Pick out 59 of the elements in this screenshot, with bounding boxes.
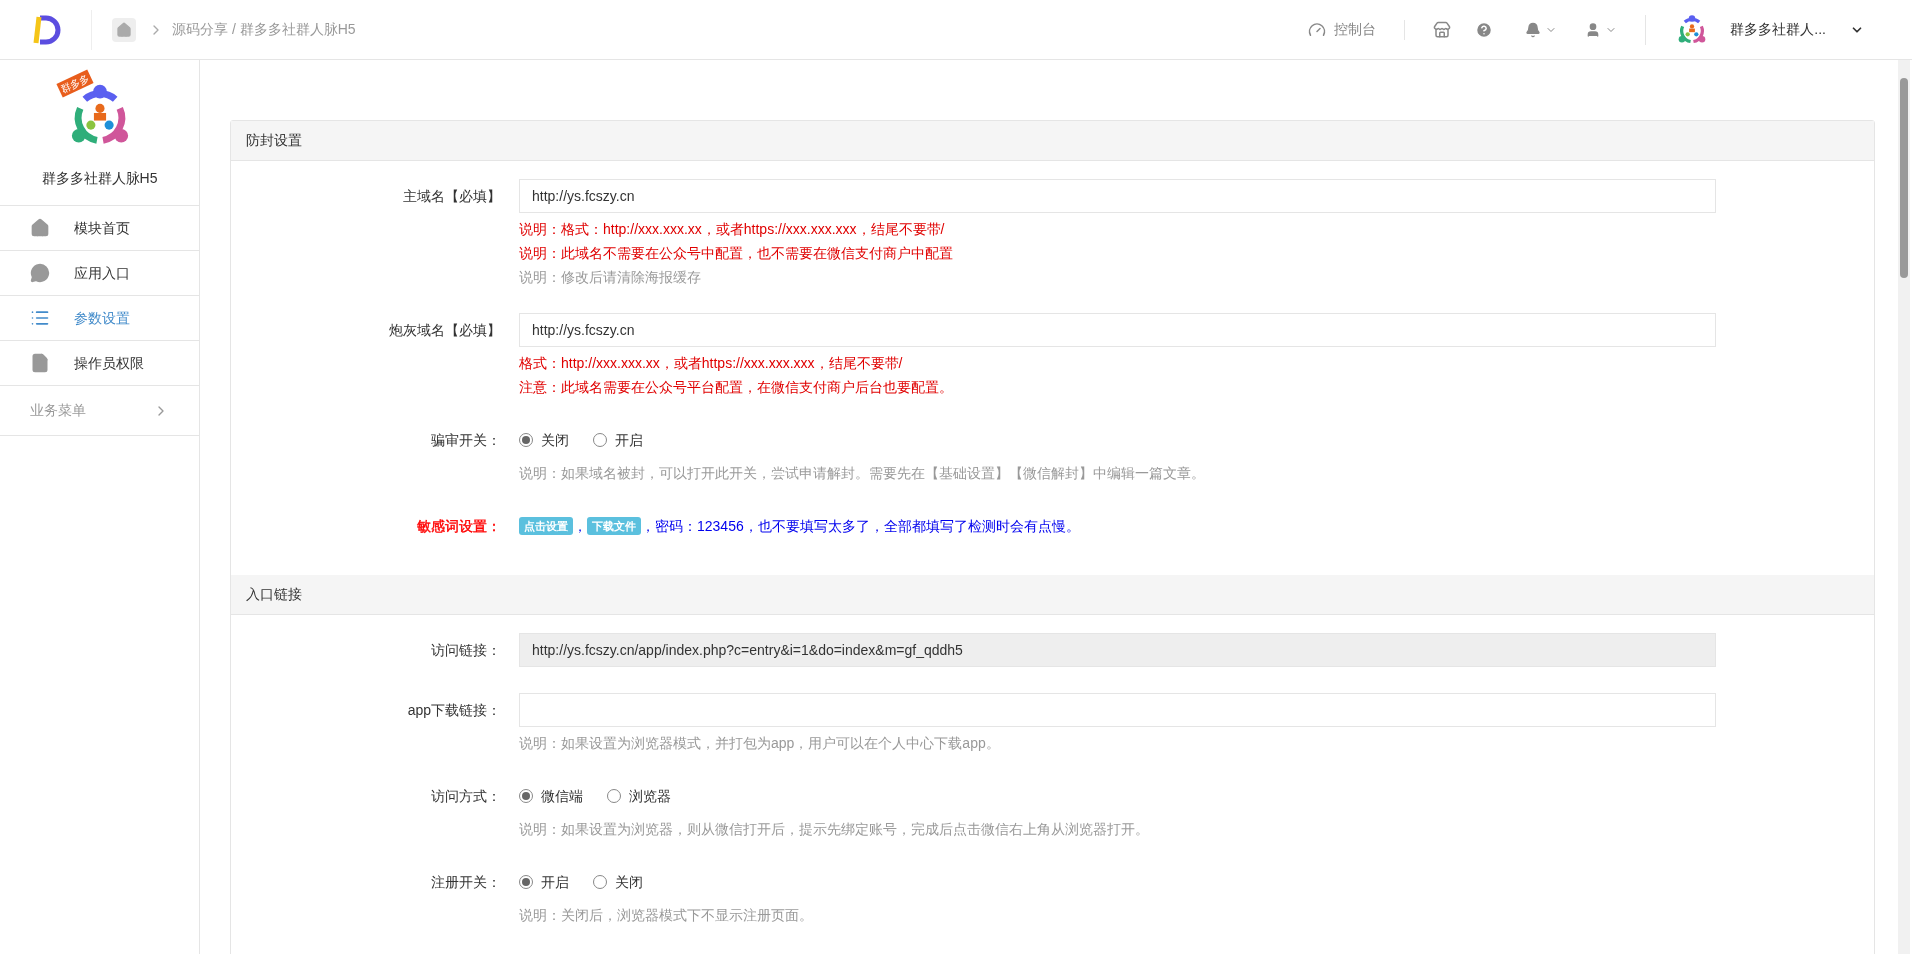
sidebar-item[interactable]: 参数设置 bbox=[0, 296, 199, 341]
radio-option[interactable]: 关闭 bbox=[593, 871, 643, 893]
separator-text: ， bbox=[573, 516, 587, 536]
help-text: 说明：格式：http://xxx.xxx.xx，或者https://xxx.xxx.xxx，结尾不要带/ bbox=[519, 220, 946, 239]
sidebar-item[interactable]: 操作员权限 bbox=[0, 341, 199, 386]
help-button[interactable] bbox=[1475, 20, 1494, 39]
field-label: 访问链接： bbox=[431, 641, 501, 660]
notification-button[interactable] bbox=[1525, 21, 1558, 38]
bell-icon bbox=[1525, 21, 1542, 38]
input-field[interactable]: http://ys.fcszy.cn bbox=[519, 179, 1716, 213]
help-text: 注意：此域名需要在公众号平台配置，在微信支付商户后台也要配置。 bbox=[519, 378, 954, 397]
radio-option[interactable]: 关闭 bbox=[519, 429, 569, 451]
radio-option[interactable]: 开启 bbox=[519, 871, 569, 893]
store-button[interactable] bbox=[1433, 20, 1452, 39]
home-icon bbox=[116, 21, 132, 38]
radio-button[interactable] bbox=[519, 875, 533, 889]
document-icon bbox=[30, 353, 50, 373]
field-label: 炮灰域名【必填】 bbox=[389, 321, 501, 340]
help-text: 说明：如果设置为浏览器模式，并打包为app，用户可以在个人中心下载app。 bbox=[519, 734, 1001, 753]
password-note: ，密码：123456，也不要填写太多了，全部都填写了检测时会有点慢。 bbox=[641, 516, 1080, 536]
radio-button[interactable] bbox=[593, 433, 607, 447]
radio-option[interactable]: 浏览器 bbox=[607, 785, 671, 807]
gauge-icon bbox=[1308, 20, 1327, 39]
radio-button[interactable] bbox=[593, 875, 607, 889]
radio-button[interactable] bbox=[607, 789, 621, 803]
readonly-field[interactable]: http://ys.fcszy.cn/app/index.php?c=entry&i=1&do=index&m=gf_qddh5 bbox=[519, 633, 1716, 667]
store-icon bbox=[1433, 20, 1452, 39]
radio-button[interactable] bbox=[519, 789, 533, 803]
help-text: 说明：此域名不需要在公众号中配置，也不需要在微信支付商户中配置 bbox=[519, 244, 954, 263]
field-label: 骗审开关： bbox=[431, 431, 501, 450]
console-link[interactable]: 控制台 bbox=[1308, 19, 1377, 40]
help-text: 说明：修改后请清除海报缓存 bbox=[519, 268, 702, 287]
input-field[interactable]: http://ys.fcszy.cn bbox=[519, 313, 1716, 347]
chat-bubble-icon bbox=[30, 263, 50, 283]
app-name: 群多多社群人脉H5 bbox=[41, 169, 158, 188]
sidebar-item[interactable]: 应用入口 bbox=[0, 251, 199, 296]
user-button[interactable] bbox=[1585, 21, 1618, 38]
help-text: 说明：关闭后，浏览器模式下不显示注册页面。 bbox=[519, 906, 814, 925]
help-icon bbox=[1475, 20, 1494, 39]
breadcrumb-text: 源码分享 / 群多多社群人脉H5 bbox=[172, 20, 356, 39]
radio-button[interactable] bbox=[519, 433, 533, 447]
help-text: 说明：如果设置为浏览器，则从微信打开后，提示先绑定账号，完成后点击微信右上角从浏览器打开。 bbox=[519, 820, 1150, 839]
field-label: app下载链接： bbox=[407, 701, 501, 720]
account-menu[interactable]: 群多多社群人... bbox=[1730, 19, 1864, 40]
help-text: 说明：如果域名被封，可以打开此开关，尝试申请解封。需要先在【基础设置】【微信解封】中编辑一篇文章。 bbox=[519, 464, 1206, 483]
radio-option[interactable]: 微信端 bbox=[519, 785, 583, 807]
field-label: 访问方式： bbox=[431, 787, 501, 806]
list-icon bbox=[30, 308, 50, 328]
field-label: 注册开关： bbox=[431, 873, 501, 892]
section-header: 防封设置 bbox=[231, 121, 1874, 161]
home-icon bbox=[30, 218, 50, 238]
radio-option[interactable]: 开启 bbox=[593, 429, 643, 451]
help-text: 格式：http://xxx.xxx.xx，或者https://xxx.xxx.xxx，结尾不要带/ bbox=[519, 354, 904, 373]
sidebar-item[interactable]: 模块首页 bbox=[0, 206, 199, 251]
section-header: 入口链接 bbox=[231, 575, 1874, 615]
input-field[interactable] bbox=[519, 693, 1716, 727]
home-button[interactable] bbox=[112, 17, 136, 42]
field-label: 敏感词设置： bbox=[417, 517, 501, 536]
field-label: 主域名【必填】 bbox=[403, 187, 501, 206]
